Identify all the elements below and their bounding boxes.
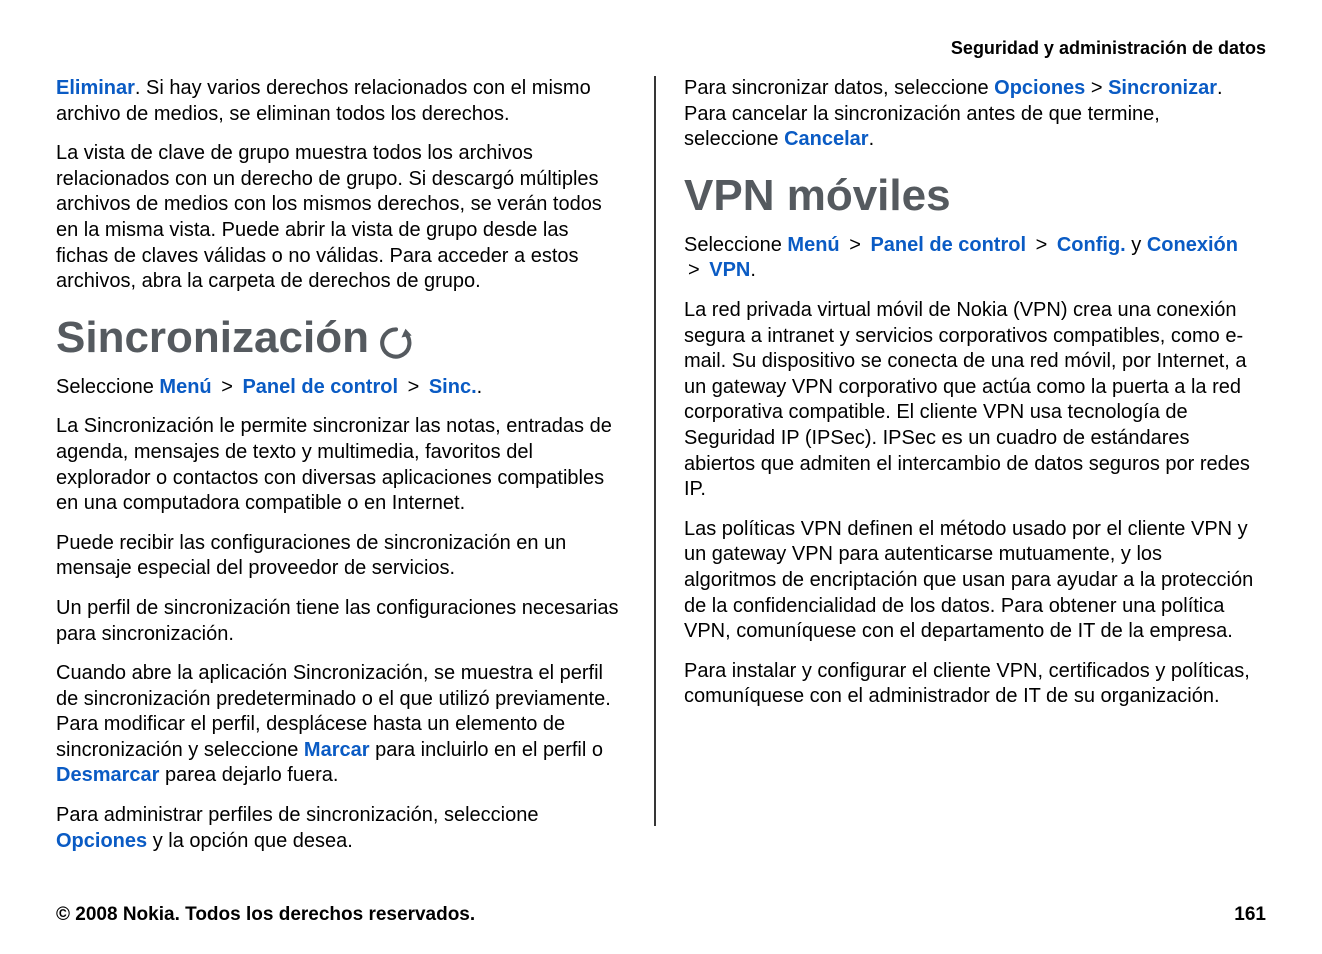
text: y la opción que desea. <box>147 830 353 852</box>
content-columns: Eliminar. Si hay varios derechos relacio… <box>56 76 1266 868</box>
text: y <box>1131 234 1147 256</box>
link-menu[interactable]: Menú <box>787 234 839 256</box>
paragraph: Las políticas VPN definen el método usad… <box>684 517 1254 645</box>
text: parea dejarlo fuera. <box>159 764 338 786</box>
page-header: Seguridad y administración de datos <box>951 38 1266 59</box>
text: . <box>869 128 875 150</box>
link-panel-de-control[interactable]: Panel de control <box>870 234 1026 256</box>
left-column: Eliminar. Si hay varios derechos relacio… <box>56 76 654 868</box>
link-config[interactable]: Config. <box>1057 234 1126 256</box>
heading-vpn-moviles: VPN móviles <box>684 171 1254 221</box>
separator: > <box>1036 234 1053 256</box>
link-eliminar[interactable]: Eliminar <box>56 77 135 99</box>
text: . Si hay varios derechos relacionados co… <box>56 77 591 125</box>
paragraph: Cuando abre la aplicación Sincronización… <box>56 661 626 789</box>
link-desmarcar[interactable]: Desmarcar <box>56 764 159 786</box>
copyright: © 2008 Nokia. Todos los derechos reserva… <box>56 904 475 926</box>
text: para incluirlo en el perfil o <box>370 739 603 761</box>
paragraph: La vista de clave de grupo muestra todos… <box>56 141 626 295</box>
link-panel-de-control[interactable]: Panel de control <box>242 376 398 398</box>
separator: > <box>688 259 705 281</box>
text: Para sincronizar datos, seleccione <box>684 77 994 99</box>
right-column: Para sincronizar datos, seleccione Opcio… <box>656 76 1254 868</box>
text: . <box>477 376 483 398</box>
separator: > <box>849 234 866 256</box>
heading-sincronizacion: Sincronización <box>56 313 626 363</box>
paragraph: Eliminar. Si hay varios derechos relacio… <box>56 76 626 127</box>
separator: > <box>408 376 425 398</box>
page-number: 161 <box>1234 904 1266 926</box>
text: > <box>1085 77 1108 99</box>
paragraph: Puede recibir las configuraciones de sin… <box>56 531 626 582</box>
link-sincronizar[interactable]: Sincronizar <box>1108 77 1217 99</box>
paragraph: La Sincronización le permite sincronizar… <box>56 414 626 516</box>
text: Seleccione <box>56 376 159 398</box>
breadcrumb: Seleccione Menú > Panel de control > Con… <box>684 233 1254 284</box>
link-conexion[interactable]: Conexión <box>1147 234 1238 256</box>
text: . <box>750 259 756 281</box>
text: Seleccione <box>684 234 787 256</box>
paragraph: La red privada virtual móvil de Nokia (V… <box>684 298 1254 503</box>
paragraph: Un perfil de sincronización tiene las co… <box>56 596 626 647</box>
separator: > <box>221 376 238 398</box>
link-opciones[interactable]: Opciones <box>994 77 1085 99</box>
link-vpn[interactable]: VPN <box>709 259 750 281</box>
text: Para administrar perfiles de sincronizac… <box>56 804 538 826</box>
paragraph: Para sincronizar datos, seleccione Opcio… <box>684 76 1254 153</box>
link-menu[interactable]: Menú <box>159 376 211 398</box>
link-cancelar[interactable]: Cancelar <box>784 128 869 150</box>
page-footer: © 2008 Nokia. Todos los derechos reserva… <box>56 904 1266 926</box>
paragraph: Para instalar y configurar el cliente VP… <box>684 659 1254 710</box>
link-sinc[interactable]: Sinc. <box>429 376 477 398</box>
link-opciones[interactable]: Opciones <box>56 830 147 852</box>
heading-text: Sincronización <box>56 313 369 363</box>
link-marcar[interactable]: Marcar <box>304 739 370 761</box>
breadcrumb: Seleccione Menú > Panel de control > Sin… <box>56 375 626 401</box>
paragraph: Para administrar perfiles de sincronizac… <box>56 803 626 854</box>
sync-icon <box>379 321 413 355</box>
